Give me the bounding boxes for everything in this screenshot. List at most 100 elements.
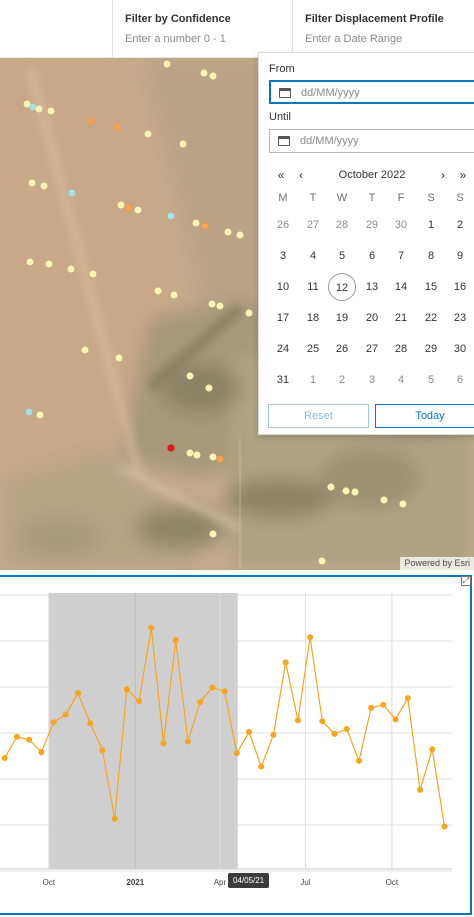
calendar-day[interactable]: 10 xyxy=(269,273,297,301)
today-button[interactable]: Today xyxy=(375,404,474,428)
calendar-day[interactable]: 19 xyxy=(328,304,356,332)
displacement-point-marker[interactable] xyxy=(134,206,142,214)
calendar-day[interactable]: 5 xyxy=(417,366,445,394)
from-date-field[interactable] xyxy=(269,80,474,104)
displacement-point-marker[interactable] xyxy=(47,107,55,115)
calendar-day[interactable]: 30 xyxy=(387,211,415,239)
calendar-day[interactable]: 6 xyxy=(358,242,386,270)
displacement-point-marker[interactable] xyxy=(209,72,217,80)
displacement-data-point[interactable] xyxy=(136,698,143,704)
displacement-point-marker[interactable] xyxy=(224,228,232,236)
displacement-data-point[interactable] xyxy=(160,740,167,747)
calendar-day[interactable]: 1 xyxy=(299,366,327,394)
calendar-day[interactable]: 26 xyxy=(269,211,297,239)
displacement-point-marker[interactable] xyxy=(68,189,76,197)
displacement-data-point[interactable] xyxy=(258,763,265,770)
selected-date-range-band[interactable] xyxy=(48,593,238,869)
displacement-point-marker[interactable] xyxy=(200,69,208,77)
previous-month-icon[interactable]: ‹ xyxy=(293,166,309,184)
calendar-day[interactable]: 17 xyxy=(269,304,297,332)
displacement-data-point[interactable] xyxy=(441,823,448,830)
calendar-day[interactable]: 13 xyxy=(358,273,386,301)
next-month-icon[interactable]: › xyxy=(435,166,451,184)
displacement-data-point[interactable] xyxy=(246,728,253,735)
displacement-point-marker[interactable] xyxy=(28,179,36,187)
calendar-day[interactable]: 29 xyxy=(358,211,386,239)
displacement-data-point[interactable] xyxy=(380,701,387,708)
displacement-point-marker[interactable] xyxy=(186,449,194,457)
displacement-data-point[interactable] xyxy=(197,698,204,705)
from-date-input[interactable] xyxy=(301,85,474,101)
displacement-point-marker[interactable] xyxy=(193,451,201,459)
calendar-day[interactable]: 18 xyxy=(299,304,327,332)
displacement-data-point[interactable] xyxy=(221,688,228,695)
displacement-point-marker[interactable] xyxy=(45,260,53,268)
displacement-data-point[interactable] xyxy=(319,718,326,725)
displacement-data-point[interactable] xyxy=(26,736,33,743)
displacement-data-point[interactable] xyxy=(38,749,45,756)
displacement-point-marker[interactable] xyxy=(216,455,224,463)
calendar-day[interactable]: 4 xyxy=(387,366,415,394)
displacement-data-point[interactable] xyxy=(368,704,375,711)
displacement-point-marker[interactable] xyxy=(26,258,34,266)
displacement-point-marker[interactable] xyxy=(380,496,388,504)
calendar-day[interactable]: 14 xyxy=(387,273,415,301)
displacement-data-point[interactable] xyxy=(62,711,69,718)
date-range-picker[interactable]: From Until « ‹ October 2022 › » MTWTFSS … xyxy=(258,52,474,435)
calendar-day[interactable]: 22 xyxy=(417,304,445,332)
displacement-data-point[interactable] xyxy=(282,659,289,666)
reset-button[interactable]: Reset xyxy=(268,404,369,428)
displacement-point-marker[interactable] xyxy=(81,346,89,354)
confidence-filter-input[interactable]: Enter a number 0 - 1 xyxy=(125,33,292,45)
calendar-day[interactable]: 9 xyxy=(446,242,474,270)
displacement-point-marker[interactable] xyxy=(179,140,187,148)
displacement-point-marker[interactable] xyxy=(115,354,123,362)
calendar-day[interactable]: 20 xyxy=(358,304,386,332)
displacement-point-marker[interactable] xyxy=(209,453,217,461)
displacement-data-point[interactable] xyxy=(99,747,106,754)
displacement-point-marker[interactable] xyxy=(87,117,95,125)
displacement-point-marker[interactable] xyxy=(318,557,326,565)
displacement-point-marker[interactable] xyxy=(154,287,162,295)
displacement-point-marker[interactable] xyxy=(89,270,97,278)
displacement-point-marker[interactable] xyxy=(208,300,216,308)
displacement-filter[interactable]: Filter Displacement Profile Enter a Date… xyxy=(292,0,474,58)
displacement-data-point[interactable] xyxy=(111,815,118,822)
calendar-day[interactable]: 5 xyxy=(328,242,356,270)
calendar-day[interactable]: 8 xyxy=(417,242,445,270)
displacement-point-marker[interactable] xyxy=(186,372,194,380)
displacement-point-marker[interactable] xyxy=(342,487,350,495)
displacement-point-marker[interactable] xyxy=(40,182,48,190)
displacement-data-point[interactable] xyxy=(74,690,81,697)
calendar-day[interactable]: 11 xyxy=(299,273,327,301)
calendar-day[interactable]: 7 xyxy=(387,242,415,270)
displacement-point-marker[interactable] xyxy=(351,488,359,496)
displacement-point-marker[interactable] xyxy=(209,530,217,538)
displacement-point-marker[interactable] xyxy=(201,222,209,230)
displacement-data-point[interactable] xyxy=(429,746,436,753)
displacement-data-point[interactable] xyxy=(148,624,155,631)
calendar-day[interactable]: 27 xyxy=(358,335,386,363)
displacement-data-point[interactable] xyxy=(355,757,362,764)
calendar-day[interactable]: 6 xyxy=(446,366,474,394)
calendar-day[interactable]: 28 xyxy=(387,335,415,363)
expand-icon[interactable]: ⤢ xyxy=(461,576,471,586)
calendar-day[interactable]: 28 xyxy=(328,211,356,239)
displacement-point-marker[interactable] xyxy=(192,219,200,227)
displacement-data-point[interactable] xyxy=(184,738,191,745)
calendar-day[interactable]: 23 xyxy=(446,304,474,332)
displacement-point-marker[interactable] xyxy=(36,411,44,419)
displacement-point-marker[interactable] xyxy=(117,201,125,209)
displacement-point-marker[interactable] xyxy=(216,302,224,310)
displacement-point-marker[interactable] xyxy=(163,60,171,68)
calendar-day[interactable]: 30 xyxy=(446,335,474,363)
calendar-day[interactable]: 2 xyxy=(328,366,356,394)
displacement-point-marker[interactable] xyxy=(25,408,33,416)
displacement-data-point[interactable] xyxy=(270,731,277,738)
calendar-day[interactable]: 4 xyxy=(299,242,327,270)
calendar-day[interactable]: 1 xyxy=(417,211,445,239)
calendar-day[interactable]: 31 xyxy=(269,366,297,394)
next-year-icon[interactable]: » xyxy=(455,166,471,184)
displacement-data-point[interactable] xyxy=(172,637,179,644)
displacement-chart[interactable]: Oct 2021 Apr Jul Oct 04/05/21 ⤢ xyxy=(0,575,472,915)
